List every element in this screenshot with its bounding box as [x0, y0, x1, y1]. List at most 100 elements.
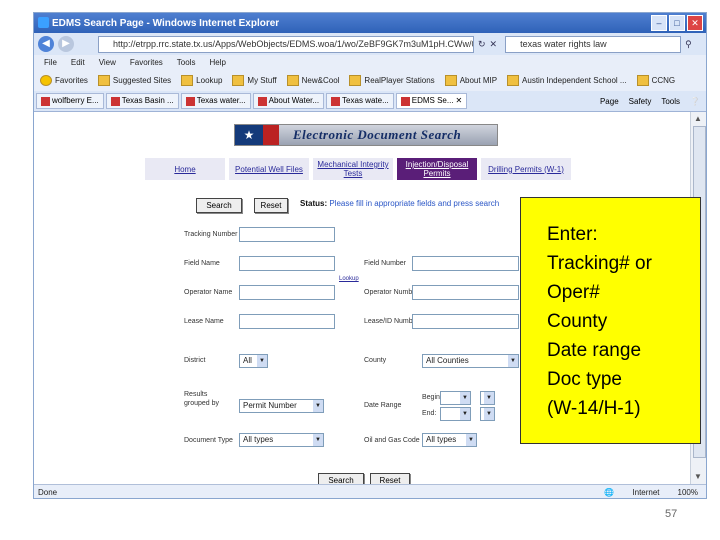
- help-icon[interactable]: ❔: [690, 97, 700, 106]
- nav-drilling-permits[interactable]: Drilling Permits (W-1): [481, 158, 571, 180]
- begin-label: Begin:: [422, 394, 442, 401]
- browser-tab[interactable]: Texas Basin ...: [105, 93, 179, 109]
- end-label: End:: [422, 410, 437, 417]
- page-icon: [636, 74, 649, 86]
- instruction-callout: Enter: Tracking# or Oper# County Date ra…: [520, 197, 701, 444]
- menu-file[interactable]: File: [44, 58, 57, 67]
- address-bar[interactable]: http://etrpp.rrc.state.tx.us/Apps/WebObj…: [98, 35, 474, 53]
- page-icon: [444, 74, 457, 86]
- toolbar-tools[interactable]: Tools: [661, 97, 680, 106]
- favorite-link[interactable]: CCNG: [636, 74, 675, 86]
- oil-gas-code-label: Oil and Gas Code: [364, 437, 420, 444]
- date-range-label: Date Range: [364, 402, 402, 409]
- browser-tab[interactable]: wolfberry E...: [36, 93, 104, 109]
- end-month-select[interactable]: ▼: [440, 407, 471, 421]
- favorite-link[interactable]: About MIP: [444, 74, 497, 86]
- results-grouped-by-label: Results grouped by: [184, 391, 220, 407]
- chevron-down-icon: ▼: [484, 392, 494, 404]
- lease-name-label: Lease Name: [184, 318, 224, 325]
- browser-tab[interactable]: Texas water...: [180, 93, 251, 109]
- page-icon: [185, 96, 195, 106]
- menu-edit[interactable]: Edit: [71, 58, 85, 67]
- scroll-down-icon[interactable]: ▼: [694, 472, 702, 481]
- browser-tab-active[interactable]: EDMS Se... ✕: [395, 93, 468, 109]
- refresh-icon[interactable]: ↻: [478, 39, 486, 50]
- menu-bar: File Edit View Favorites Tools Help: [34, 55, 706, 69]
- tracking-number-label: Tracking Number: [184, 231, 238, 238]
- favorites-button[interactable]: Favorites: [40, 74, 88, 86]
- field-name-input[interactable]: [239, 256, 335, 271]
- toolbar-safety[interactable]: Safety: [629, 97, 652, 106]
- callout-line: Tracking# or: [547, 253, 652, 274]
- minimize-button[interactable]: –: [651, 15, 667, 31]
- county-select[interactable]: All Counties ▼: [422, 354, 519, 368]
- page-icon: [507, 74, 520, 86]
- operator-number-label: Operator Number: [364, 289, 419, 296]
- nav-potential-well-files[interactable]: Potential Well Files: [229, 158, 309, 180]
- field-number-label: Field Number: [364, 260, 407, 267]
- scroll-up-icon[interactable]: ▲: [694, 114, 702, 123]
- lease-id-input[interactable]: [412, 314, 519, 329]
- operator-name-input[interactable]: [239, 285, 335, 300]
- chevron-down-icon: ▼: [466, 434, 476, 446]
- search-button[interactable]: Search: [196, 198, 242, 213]
- back-icon[interactable]: ◀: [38, 36, 54, 52]
- stop-icon[interactable]: ✕: [490, 39, 498, 50]
- folder-icon: [97, 74, 110, 86]
- favorite-link[interactable]: My Stuff: [232, 74, 277, 86]
- lookup-link[interactable]: Lookup: [339, 276, 359, 282]
- oil-gas-code-select[interactable]: All types ▼: [422, 433, 477, 447]
- reset-button[interactable]: Reset: [254, 198, 288, 213]
- chevron-down-icon: ▼: [460, 392, 470, 404]
- favorite-link[interactable]: Austin Independent School ...: [507, 74, 627, 86]
- lease-name-input[interactable]: [239, 314, 335, 329]
- folder-icon: [232, 74, 245, 86]
- end-day-select[interactable]: ▼: [480, 407, 495, 421]
- document-type-select[interactable]: All types ▼: [239, 433, 324, 447]
- favorite-link[interactable]: Lookup: [181, 74, 222, 86]
- favorite-link[interactable]: RealPlayer Stations: [349, 74, 435, 86]
- browser-tab[interactable]: About Water...: [252, 93, 325, 109]
- field-name-label: Field Name: [184, 260, 220, 267]
- browser-tab[interactable]: Texas wate...: [326, 93, 394, 109]
- tracking-number-input[interactable]: [239, 227, 335, 242]
- begin-month-select[interactable]: ▼: [440, 391, 471, 405]
- close-button[interactable]: ✕: [687, 15, 703, 31]
- favorite-link[interactable]: New&Cool: [286, 74, 339, 86]
- page-icon: [41, 96, 50, 106]
- slide-number: 57: [665, 508, 678, 520]
- menu-view[interactable]: View: [99, 58, 116, 67]
- nav-home[interactable]: Home: [145, 158, 225, 180]
- maximize-button[interactable]: □: [669, 15, 685, 31]
- search-icon[interactable]: ⚲: [685, 39, 692, 50]
- menu-help[interactable]: Help: [209, 58, 225, 67]
- county-label: County: [364, 357, 387, 364]
- operator-number-input[interactable]: [412, 285, 519, 300]
- callout-line: Oper#: [547, 282, 600, 303]
- menu-tools[interactable]: Tools: [177, 58, 196, 67]
- district-select[interactable]: All ▼: [239, 354, 268, 368]
- page-icon: [400, 96, 410, 106]
- chevron-down-icon: ▼: [313, 400, 323, 412]
- zoom-level[interactable]: 100%: [678, 488, 698, 497]
- folder-icon: [286, 74, 299, 86]
- callout-line: (W-14/H-1): [547, 398, 641, 419]
- nav-mechanical-integrity[interactable]: Mechanical Integrity Tests: [313, 158, 393, 180]
- field-number-input[interactable]: [412, 256, 519, 271]
- zone-label: Internet: [632, 487, 660, 497]
- forward-icon[interactable]: ▶: [58, 36, 74, 52]
- page-icon: [257, 96, 267, 106]
- document-type-label: Document Type: [184, 437, 233, 444]
- page-icon: [331, 96, 341, 106]
- results-grouped-by-select[interactable]: Permit Number ▼: [239, 399, 324, 413]
- toolbar-page[interactable]: Page: [600, 97, 619, 106]
- search-input[interactable]: texas water rights law: [505, 35, 682, 53]
- begin-day-select[interactable]: ▼: [480, 391, 495, 405]
- close-tab-icon[interactable]: ✕: [456, 94, 463, 108]
- flag-icon: [263, 125, 279, 145]
- edms-logo: ★ Electronic Document Search: [234, 124, 498, 146]
- nav-injection-disposal[interactable]: Injection/Disposal Permits: [397, 158, 477, 180]
- menu-favorites[interactable]: Favorites: [130, 58, 163, 67]
- star-icon: [40, 74, 52, 86]
- favorite-link[interactable]: Suggested Sites: [97, 74, 171, 86]
